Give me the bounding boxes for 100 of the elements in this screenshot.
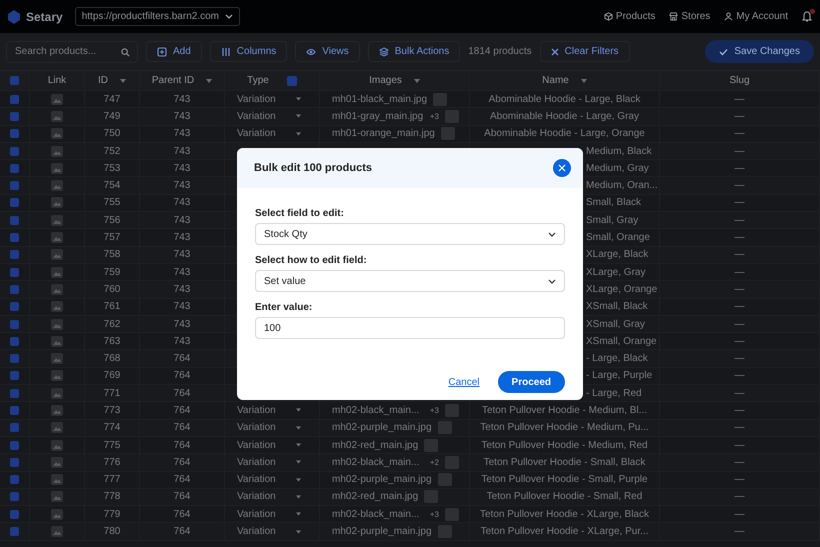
save-changes-button[interactable]: Save Changes bbox=[705, 40, 814, 63]
image-icon[interactable] bbox=[51, 94, 63, 105]
image-icon[interactable] bbox=[51, 128, 63, 140]
row-checkbox[interactable] bbox=[10, 492, 19, 502]
cancel-link[interactable]: Cancel bbox=[448, 376, 480, 388]
row-checkbox[interactable] bbox=[10, 320, 19, 328]
image-icon[interactable] bbox=[51, 197, 63, 208]
row-checkbox[interactable] bbox=[10, 458, 19, 467]
image-icon[interactable] bbox=[51, 162, 63, 174]
row-checkbox[interactable] bbox=[10, 94, 19, 104]
row-checkbox[interactable] bbox=[10, 268, 19, 277]
table-cell: — bbox=[734, 162, 744, 174]
caret-icon[interactable] bbox=[296, 494, 301, 499]
row-checkbox[interactable] bbox=[10, 112, 19, 121]
column-header[interactable]: Images bbox=[369, 75, 402, 86]
image-icon[interactable] bbox=[51, 456, 63, 468]
row-checkbox[interactable] bbox=[10, 388, 19, 398]
row-checkbox[interactable] bbox=[10, 146, 19, 156]
toolbar-button[interactable]: Columns bbox=[210, 41, 288, 62]
row-checkbox[interactable] bbox=[10, 527, 19, 536]
row-checkbox[interactable] bbox=[10, 129, 19, 138]
image-icon[interactable] bbox=[51, 491, 63, 502]
row-checkbox[interactable] bbox=[10, 354, 19, 364]
column-option-icon[interactable] bbox=[286, 76, 297, 86]
image-icon[interactable] bbox=[51, 440, 63, 451]
toolbar-button[interactable]: Bulk Actions bbox=[368, 41, 460, 62]
table-cell: 768 bbox=[104, 353, 120, 364]
image-icon[interactable] bbox=[51, 353, 63, 364]
caret-icon[interactable] bbox=[296, 97, 301, 102]
nav-link[interactable]: Products bbox=[604, 11, 656, 22]
caret-icon[interactable] bbox=[296, 443, 301, 448]
value-input[interactable]: 100 bbox=[255, 317, 565, 339]
column-header[interactable]: Parent ID bbox=[152, 75, 194, 86]
image-icon[interactable] bbox=[51, 508, 63, 520]
select-field[interactable]: Stock Qty bbox=[255, 223, 565, 245]
column-header[interactable]: Name bbox=[542, 75, 569, 86]
row-checkbox[interactable] bbox=[10, 440, 19, 450]
row-checkbox[interactable] bbox=[10, 336, 19, 346]
table-cell: Abominable Hoodie - Large, Black bbox=[488, 94, 640, 105]
image-icon[interactable] bbox=[51, 336, 63, 347]
image-icon[interactable] bbox=[51, 526, 63, 538]
image-icon[interactable] bbox=[51, 301, 63, 312]
image-icon[interactable] bbox=[51, 232, 63, 244]
column-header[interactable]: Link bbox=[48, 75, 66, 86]
caret-icon[interactable] bbox=[580, 78, 587, 82]
image-icon[interactable] bbox=[51, 370, 63, 382]
notification-icon[interactable] bbox=[802, 10, 812, 22]
image-icon[interactable] bbox=[51, 180, 63, 192]
row-checkbox[interactable] bbox=[10, 284, 19, 294]
proceed-button[interactable]: Proceed bbox=[498, 371, 565, 393]
column-header[interactable]: Type bbox=[247, 75, 269, 86]
image-icon[interactable] bbox=[51, 110, 63, 122]
table-cell: 779 bbox=[104, 508, 120, 520]
image-icon[interactable] bbox=[51, 422, 63, 434]
image-icon[interactable] bbox=[51, 249, 63, 260]
caret-icon[interactable] bbox=[120, 78, 126, 82]
row-checkbox[interactable] bbox=[10, 423, 19, 432]
image-icon[interactable] bbox=[51, 284, 63, 295]
caret-icon[interactable] bbox=[296, 132, 301, 136]
close-button[interactable] bbox=[553, 159, 571, 177]
row-checkbox[interactable] bbox=[10, 198, 19, 208]
search-field[interactable]: Search products... bbox=[6, 40, 138, 62]
column-header[interactable]: Slug bbox=[729, 75, 750, 86]
image-icon[interactable] bbox=[51, 214, 63, 226]
toolbar-button[interactable]: Add bbox=[146, 41, 202, 62]
caret-icon[interactable] bbox=[296, 478, 301, 482]
nav-link[interactable]: My Account bbox=[724, 11, 788, 22]
image-icon[interactable] bbox=[51, 318, 63, 330]
row-checkbox[interactable] bbox=[10, 475, 19, 484]
toolbar-button[interactable]: Views bbox=[295, 41, 360, 62]
caret-icon[interactable] bbox=[296, 426, 301, 430]
caret-icon[interactable] bbox=[296, 512, 301, 516]
row-checkbox[interactable] bbox=[10, 181, 19, 190]
select-all-checkbox[interactable] bbox=[10, 76, 19, 85]
row-checkbox[interactable] bbox=[10, 510, 19, 519]
row-checkbox[interactable] bbox=[10, 371, 19, 380]
row-checkbox[interactable] bbox=[10, 233, 19, 242]
nav-link[interactable]: Stores bbox=[669, 11, 710, 22]
caret-icon[interactable] bbox=[296, 408, 301, 412]
image-icon[interactable] bbox=[51, 388, 63, 399]
select-field[interactable]: Set value bbox=[255, 270, 565, 292]
image-icon[interactable] bbox=[51, 266, 63, 278]
row-checkbox[interactable] bbox=[10, 302, 19, 312]
row-checkbox[interactable] bbox=[10, 406, 19, 415]
photo-placeholder bbox=[424, 438, 438, 452]
row-checkbox[interactable] bbox=[10, 216, 19, 225]
caret-icon[interactable] bbox=[296, 530, 301, 534]
site-dropdown[interactable]: https://productfilters.barn2.com bbox=[74, 7, 240, 26]
caret-icon[interactable] bbox=[296, 460, 301, 464]
image-icon[interactable] bbox=[51, 474, 63, 486]
caret-icon[interactable] bbox=[206, 78, 212, 82]
caret-icon[interactable] bbox=[414, 78, 420, 82]
row-checkbox[interactable] bbox=[10, 164, 19, 173]
row-checkbox[interactable] bbox=[10, 250, 19, 260]
caret-icon[interactable] bbox=[296, 114, 301, 118]
table-cell: mh01-orange_main.jpg bbox=[332, 128, 435, 140]
image-icon[interactable] bbox=[51, 404, 63, 416]
column-header[interactable]: ID bbox=[98, 75, 108, 86]
clear-filters-button[interactable]: Clear Filters bbox=[540, 41, 630, 62]
image-icon[interactable] bbox=[51, 146, 63, 157]
